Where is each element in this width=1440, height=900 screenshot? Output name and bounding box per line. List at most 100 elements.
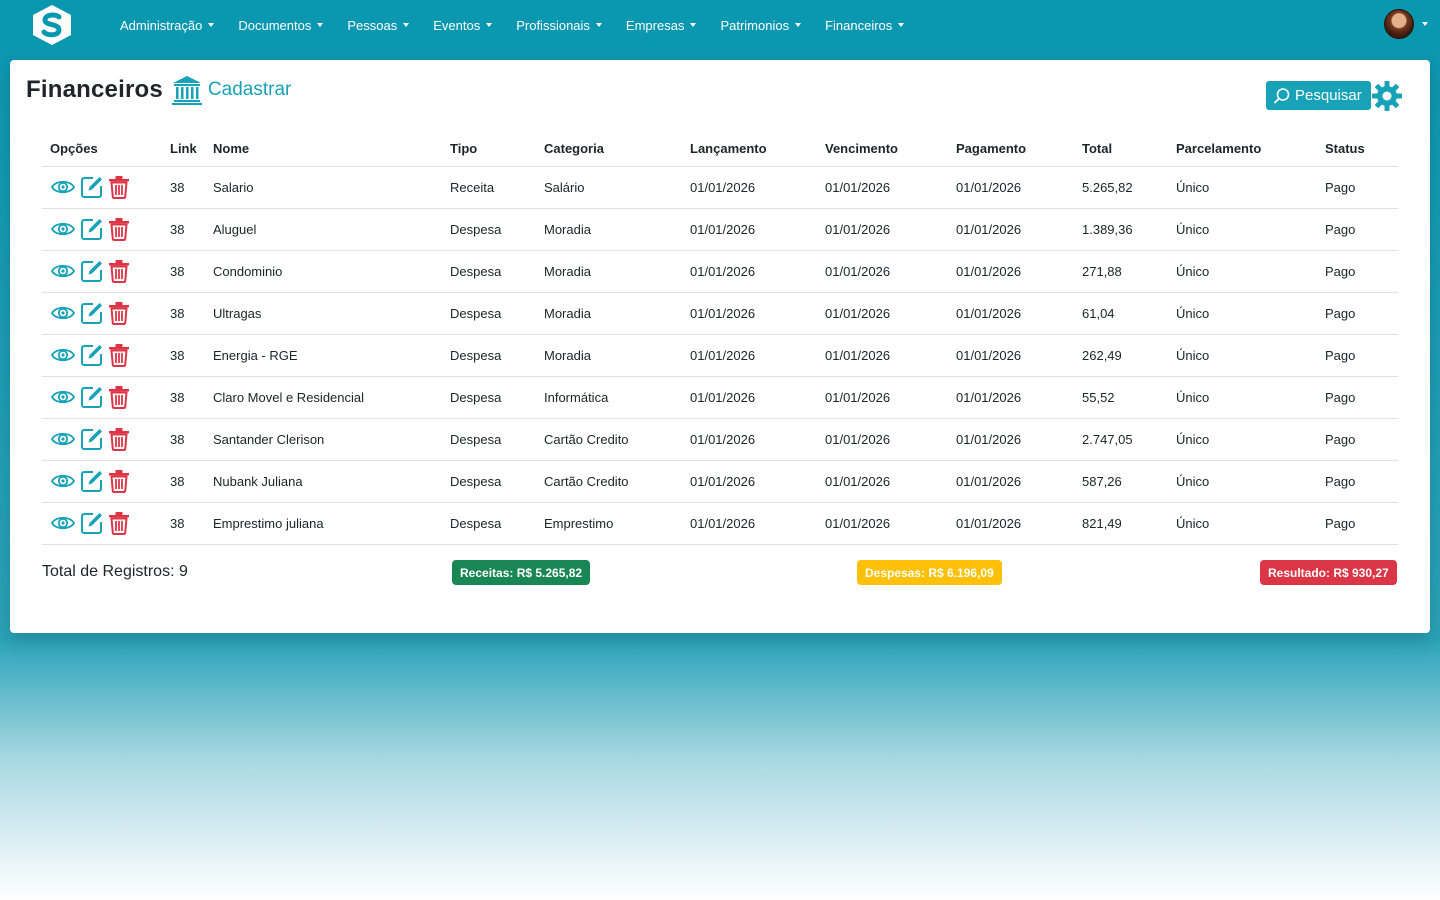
cell-parcelamento: Único	[1168, 166, 1317, 209]
eye-icon[interactable]	[50, 470, 76, 492]
search-button[interactable]: Pesquisar	[1266, 81, 1371, 110]
cell-total: 587,26	[1074, 460, 1168, 503]
trash-icon[interactable]	[108, 259, 130, 283]
register-link[interactable]: Cadastrar	[208, 79, 291, 101]
table-row: 38 Energia - RGE Despesa Moradia 01/01/2…	[42, 334, 1398, 377]
cell-tipo: Despesa	[442, 502, 536, 545]
cell-tipo: Despesa	[442, 460, 536, 503]
eye-icon[interactable]	[50, 176, 76, 198]
cell-lancamento: 01/01/2026	[682, 460, 817, 503]
user-menu[interactable]	[1384, 9, 1428, 39]
nav-financeiros[interactable]: Financeiros	[817, 18, 912, 33]
trash-icon[interactable]	[108, 175, 130, 199]
col-link: Link	[162, 132, 205, 167]
trash-icon[interactable]	[108, 469, 130, 493]
eye-icon[interactable]	[50, 260, 76, 282]
edit-icon[interactable]	[80, 343, 104, 367]
nav-documentos[interactable]: Documentos	[230, 18, 331, 33]
cell-lancamento: 01/01/2026	[682, 376, 817, 419]
nav-patrimonios[interactable]: Patrimonios	[712, 18, 809, 33]
eye-icon[interactable]	[50, 512, 76, 534]
eye-icon[interactable]	[50, 386, 76, 408]
nav-pessoas[interactable]: Pessoas	[339, 18, 417, 33]
cell-status: Pago	[1317, 460, 1398, 503]
row-options	[42, 460, 162, 503]
bank-icon[interactable]	[171, 74, 203, 106]
caret-down-icon	[795, 23, 802, 27]
cell-nome: Nubank Juliana	[205, 460, 442, 503]
cell-nome: Ultragas	[205, 292, 442, 335]
row-options	[42, 208, 162, 251]
cell-link: 38	[162, 250, 205, 293]
nav-eventos[interactable]: Eventos	[425, 18, 500, 33]
cell-vencimento: 01/01/2026	[817, 418, 948, 461]
col-tipo: Tipo	[442, 132, 536, 167]
edit-icon[interactable]	[80, 301, 104, 325]
avatar[interactable]	[1384, 9, 1414, 39]
edit-icon[interactable]	[80, 427, 104, 451]
eye-icon[interactable]	[50, 302, 76, 324]
search-icon	[1274, 87, 1290, 103]
edit-icon[interactable]	[80, 385, 104, 409]
trash-icon[interactable]	[108, 427, 130, 451]
row-options	[42, 376, 162, 419]
edit-icon[interactable]	[80, 259, 104, 283]
cell-nome: Salario	[205, 166, 442, 209]
cell-nome: Condominio	[205, 250, 442, 293]
trash-icon[interactable]	[108, 217, 130, 241]
cell-categoria: Moradia	[536, 334, 682, 377]
table-row: 38 Nubank Juliana Despesa Cartão Credito…	[42, 460, 1398, 503]
cell-nome: Emprestimo juliana	[205, 502, 442, 545]
cell-parcelamento: Único	[1168, 334, 1317, 377]
cell-tipo: Despesa	[442, 376, 536, 419]
nav-empresas[interactable]: Empresas	[618, 18, 705, 33]
eye-icon[interactable]	[50, 344, 76, 366]
caret-down-icon	[208, 23, 215, 27]
cell-vencimento: 01/01/2026	[817, 208, 948, 251]
caret-down-icon	[317, 23, 324, 27]
cell-nome: Energia - RGE	[205, 334, 442, 377]
cell-pagamento: 01/01/2026	[948, 208, 1074, 251]
edit-icon[interactable]	[80, 217, 104, 241]
col-vencimento: Vencimento	[817, 132, 948, 167]
cell-categoria: Moradia	[536, 250, 682, 293]
s-logo-icon[interactable]	[30, 4, 74, 46]
edit-icon[interactable]	[80, 469, 104, 493]
cell-status: Pago	[1317, 502, 1398, 545]
cell-pagamento: 01/01/2026	[948, 334, 1074, 377]
col-status: Status	[1317, 132, 1398, 167]
main-card: Financeiros Cadastrar Pesquisar Opções L…	[10, 60, 1430, 633]
row-options	[42, 502, 162, 545]
col-lancamento: Lançamento	[682, 132, 817, 167]
table-body: 38 Salario Receita Salário 01/01/2026 01…	[42, 166, 1398, 545]
cell-vencimento: 01/01/2026	[817, 502, 948, 545]
trash-icon[interactable]	[108, 343, 130, 367]
table-row: 38 Ultragas Despesa Moradia 01/01/2026 0…	[42, 292, 1398, 335]
eye-icon[interactable]	[50, 218, 76, 240]
cell-tipo: Despesa	[442, 334, 536, 377]
cell-parcelamento: Único	[1168, 292, 1317, 335]
cell-nome: Santander Clerison	[205, 418, 442, 461]
table-row: 38 Condominio Despesa Moradia 01/01/2026…	[42, 250, 1398, 293]
col-parcelamento: Parcelamento	[1168, 132, 1317, 167]
edit-icon[interactable]	[80, 511, 104, 535]
trash-icon[interactable]	[108, 511, 130, 535]
nav-profissionais[interactable]: Profissionais	[508, 18, 610, 33]
trash-icon[interactable]	[108, 385, 130, 409]
edit-icon[interactable]	[80, 175, 104, 199]
cell-total: 55,52	[1074, 376, 1168, 419]
total-records: Total de Registros: 9	[42, 563, 188, 580]
nav-administracao[interactable]: Administração	[112, 18, 222, 33]
cell-parcelamento: Único	[1168, 208, 1317, 251]
gear-icon[interactable]	[1371, 80, 1403, 112]
col-total: Total	[1074, 132, 1168, 167]
cell-tipo: Despesa	[442, 208, 536, 251]
cell-pagamento: 01/01/2026	[948, 460, 1074, 503]
cell-tipo: Receita	[442, 166, 536, 209]
financeiros-table: Opções Link Nome Tipo Categoria Lançamen…	[42, 132, 1398, 545]
cell-categoria: Moradia	[536, 292, 682, 335]
nav-label: Patrimonios	[720, 17, 790, 33]
trash-icon[interactable]	[108, 301, 130, 325]
cell-tipo: Despesa	[442, 418, 536, 461]
eye-icon[interactable]	[50, 428, 76, 450]
